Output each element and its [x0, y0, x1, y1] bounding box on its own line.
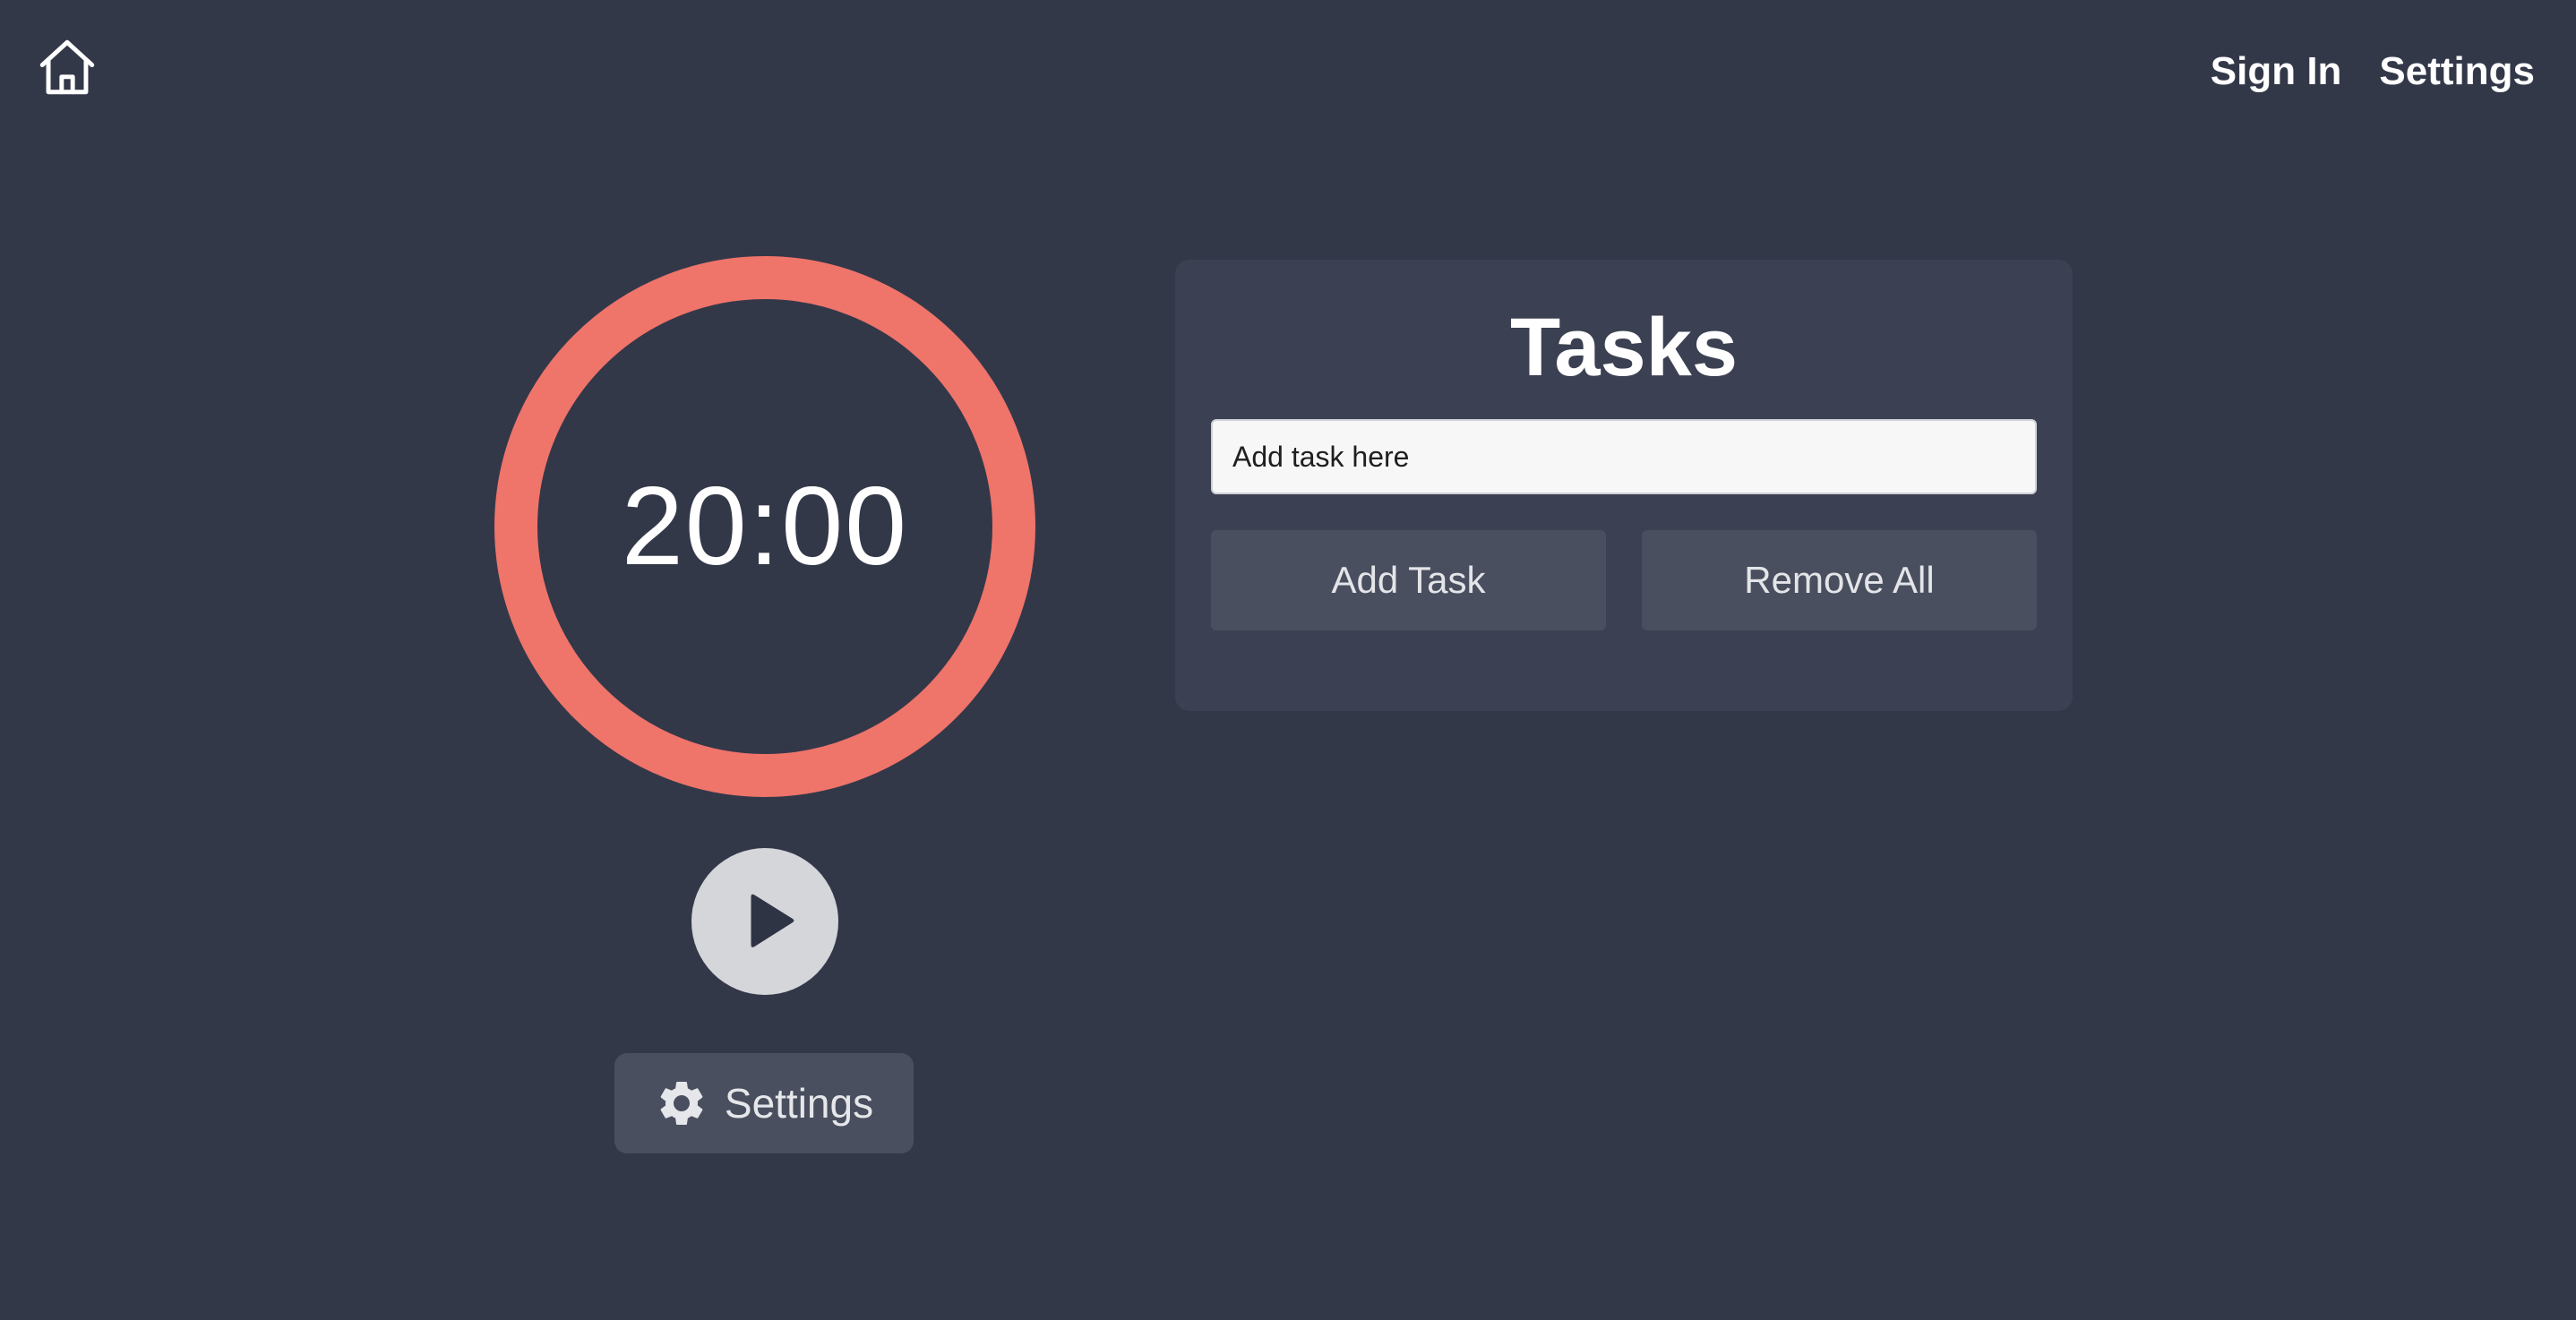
play-icon — [751, 894, 794, 947]
top-nav: Sign In Settings — [2211, 43, 2535, 100]
home-icon — [39, 39, 95, 95]
gear-icon — [660, 1082, 703, 1125]
remove-all-button[interactable]: Remove All — [1642, 530, 2037, 630]
timer-settings-button[interactable]: Settings — [614, 1053, 914, 1153]
home-link[interactable] — [34, 34, 100, 100]
settings-link[interactable]: Settings — [2379, 43, 2535, 100]
timer-settings-label: Settings — [724, 1080, 874, 1127]
tasks-title: Tasks — [1509, 302, 1739, 393]
add-task-button[interactable]: Add Task — [1211, 530, 1606, 630]
sign-in-link[interactable]: Sign In — [2211, 43, 2342, 100]
timer-ring: 20:00 — [494, 256, 1035, 797]
task-input[interactable] — [1211, 419, 2037, 494]
task-actions: Add Task Remove All — [1211, 530, 2037, 630]
tasks-panel: Tasks Add Task Remove All — [1175, 260, 2073, 711]
timer-display: 20:00 — [621, 465, 909, 588]
play-button[interactable] — [691, 848, 838, 995]
